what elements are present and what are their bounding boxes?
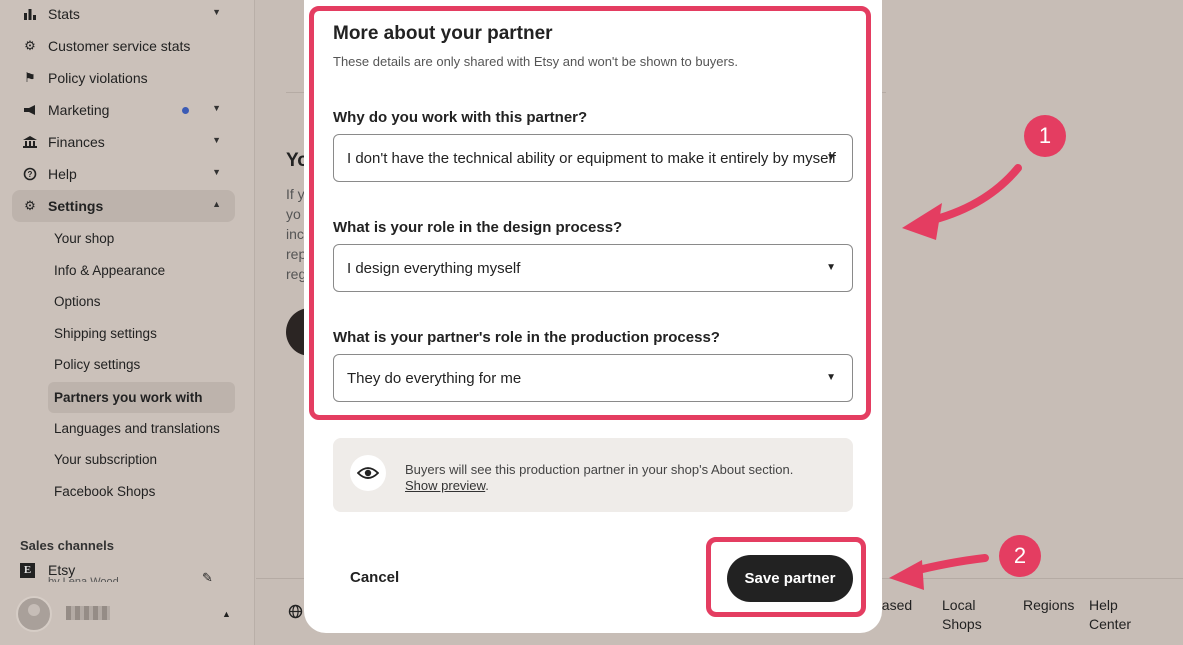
step-badge-1: 1 [1024, 115, 1066, 157]
arrow-2-head [889, 560, 924, 590]
arrow-1-head [902, 203, 942, 240]
step-badge-2: 2 [999, 535, 1041, 577]
